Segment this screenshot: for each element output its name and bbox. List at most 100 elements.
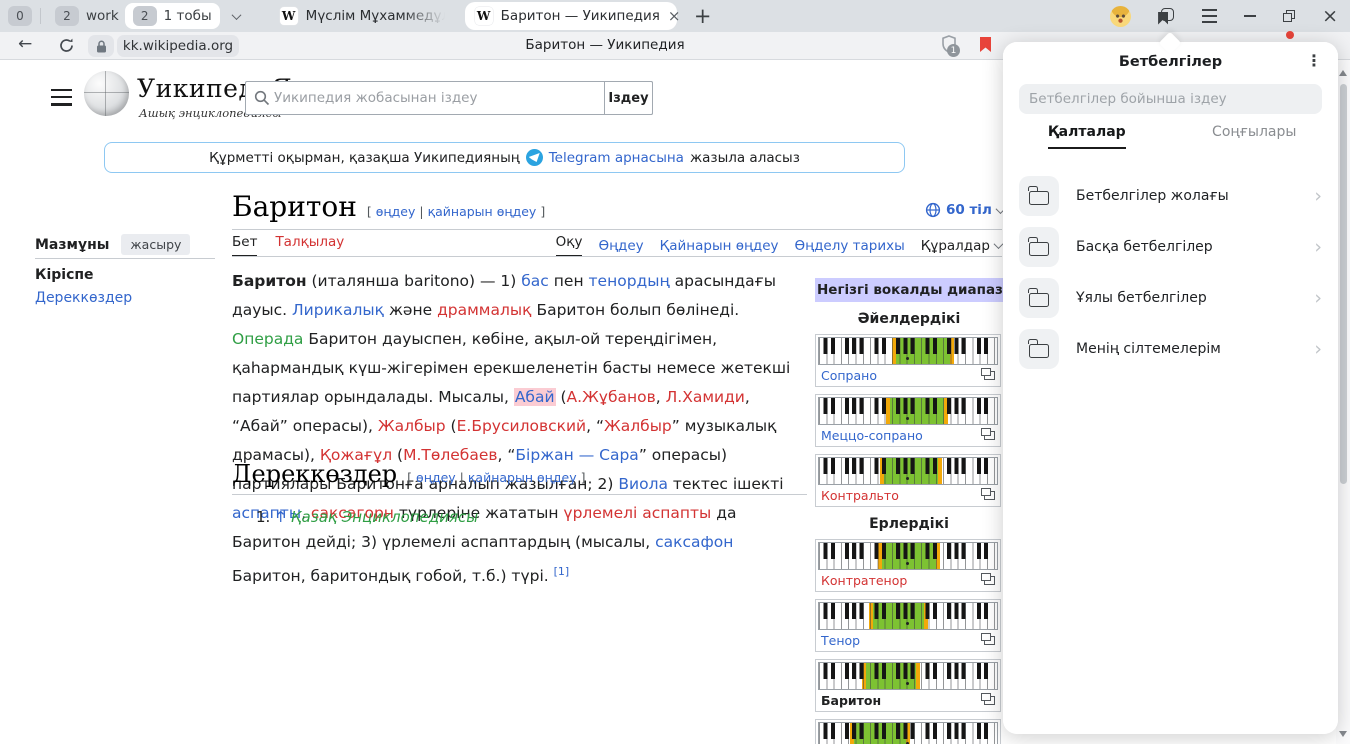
reload-icon xyxy=(58,37,75,54)
minimize-button[interactable] xyxy=(1244,15,1256,17)
reference-link[interactable]: Қазақ Энциклопедиясы xyxy=(291,508,478,526)
voice-card-baritone: Баритон xyxy=(815,659,1001,712)
edit-source-link[interactable]: қайнарын өңдеу xyxy=(468,470,577,485)
url-display[interactable]: kk.wikipedia.org xyxy=(117,35,239,57)
tab-close-icon[interactable]: × xyxy=(668,7,681,25)
wiki-main-menu-icon[interactable] xyxy=(51,89,72,106)
voice-link[interactable]: Сопрано xyxy=(821,368,877,383)
tab-edit-source[interactable]: Қайнарын өңдеу xyxy=(660,238,779,254)
inline-link[interactable]: Л.Хамиди xyxy=(666,388,745,406)
page-scrollbar[interactable] xyxy=(1336,60,1350,744)
inline-link[interactable]: Жалбыр xyxy=(378,417,446,435)
tab-group-1toby[interactable]: 2 1 тобы xyxy=(125,3,220,29)
inline-link[interactable]: үрлемелі аспапты xyxy=(563,504,711,522)
text-run: , xyxy=(656,388,666,406)
expand-icon[interactable] xyxy=(984,491,995,500)
folder-row-bookmarks-bar[interactable]: Бетбелгілер жолағы › xyxy=(1003,170,1338,221)
backlink-arrow[interactable]: ↑ xyxy=(274,508,287,526)
edit-link[interactable]: өңдеу xyxy=(376,204,416,219)
kebab-menu-icon[interactable]: ⋮ xyxy=(1306,52,1322,70)
tab-tools[interactable]: Құралдар xyxy=(921,238,1002,254)
toc-title: Мазмұны xyxy=(35,237,109,253)
tab-page[interactable]: Бет xyxy=(232,234,257,257)
tab-group-zero-chip[interactable]: 0 xyxy=(8,6,32,26)
voice-link[interactable]: Баритон xyxy=(821,693,881,708)
edit-source-link[interactable]: қайнарын өңдеу xyxy=(428,204,537,219)
tab-history[interactable]: Өңделу тарихы xyxy=(795,238,905,254)
banner-text: Құрметті оқырман, қазақша Уикипедияның xyxy=(209,150,520,166)
inline-link[interactable]: бас xyxy=(521,272,549,290)
folder-row-other-bookmarks[interactable]: Басқа бетбелгілер › xyxy=(1003,221,1338,272)
text-run: Баритон xyxy=(232,272,307,290)
language-selector[interactable]: 60 тіл xyxy=(925,202,1004,218)
vocal-range-image[interactable] xyxy=(818,542,998,570)
tab-talk[interactable]: Талқылау xyxy=(275,234,344,257)
vocal-range-image[interactable] xyxy=(818,602,998,630)
expand-icon[interactable] xyxy=(984,636,995,645)
vocal-range-image[interactable] xyxy=(818,722,998,744)
voice-link[interactable]: Тенор xyxy=(821,633,860,648)
new-tab-button[interactable]: + xyxy=(691,4,715,28)
tab-group-label: work xyxy=(86,8,119,24)
inline-link[interactable]: Жалбыр xyxy=(604,417,672,435)
scroll-up-arrow[interactable] xyxy=(1339,70,1347,76)
close-window-button[interactable]: × xyxy=(1322,11,1338,21)
folder-row-mobile-bookmarks[interactable]: Ұялы бетбелгілер › xyxy=(1003,272,1338,323)
back-button[interactable]: ← xyxy=(18,34,32,54)
tab-read[interactable]: Оқу xyxy=(556,234,583,257)
browser-tab-active[interactable]: W Баритон — Уикипедия × xyxy=(465,2,677,30)
expand-icon[interactable] xyxy=(984,431,995,440)
inline-link[interactable]: [1] xyxy=(554,565,570,578)
toc-hide-button[interactable]: жасыру xyxy=(121,234,190,255)
site-security-button[interactable] xyxy=(88,35,114,57)
wikipedia-logo[interactable] xyxy=(84,71,129,116)
reload-button[interactable] xyxy=(58,37,75,54)
voice-link[interactable]: Меццо-сопрано xyxy=(821,428,923,443)
vocal-range-image[interactable] xyxy=(818,662,998,690)
toc-item-references[interactable]: Дереккөздер xyxy=(35,290,132,306)
expand-icon[interactable] xyxy=(984,576,995,585)
wiki-search-button[interactable]: Іздеу xyxy=(604,81,653,115)
restore-button[interactable] xyxy=(1283,10,1295,22)
wiki-search-input[interactable] xyxy=(270,90,605,106)
vocal-range-image[interactable] xyxy=(818,337,998,365)
profile-avatar[interactable] xyxy=(1110,6,1131,27)
folder-icon xyxy=(1029,293,1049,307)
tab-group-dropdown-button[interactable] xyxy=(226,5,248,27)
scroll-down-arrow[interactable] xyxy=(1339,731,1347,737)
expand-icon[interactable] xyxy=(984,696,995,705)
inline-link[interactable]: Операда xyxy=(232,330,303,348)
edit-link[interactable]: өңдеу xyxy=(416,470,456,485)
telegram-link[interactable]: Telegram арнасына xyxy=(549,150,684,166)
voice-link[interactable]: Контратенор xyxy=(821,573,907,588)
inline-link[interactable]: саксафон xyxy=(655,533,733,551)
panel-tab-recent[interactable]: Соңғылары xyxy=(1171,124,1339,160)
inline-link[interactable]: Лирикалық xyxy=(292,301,384,319)
voice-link[interactable]: Контральто xyxy=(821,488,899,503)
inline-link[interactable]: тенордың xyxy=(589,272,670,290)
toc-item-intro[interactable]: Кіріспе xyxy=(35,267,94,283)
browser-tab-inactive[interactable]: W Мүслім Мұхаммедұлы Ма xyxy=(270,2,455,30)
expand-icon[interactable] xyxy=(984,371,995,380)
inline-link[interactable]: Е.Брусиловский xyxy=(457,417,587,435)
bookmark-flag-icon[interactable] xyxy=(979,36,992,53)
inline-link[interactable]: Виола xyxy=(618,475,668,493)
inline-link[interactable]: А.Жұбанов xyxy=(567,388,656,406)
inline-link[interactable]: драммалық xyxy=(437,301,531,319)
wiki-search-box: Іздеу xyxy=(245,81,653,115)
vocal-range-image[interactable] xyxy=(818,457,998,485)
browser-menu-icon[interactable] xyxy=(1202,9,1217,22)
tab-group-work[interactable]: 2 work xyxy=(49,6,125,26)
bookmarks-panel-icon[interactable] xyxy=(1158,8,1175,25)
tab-edit[interactable]: Өңдеу xyxy=(598,238,643,254)
panel-search-input[interactable] xyxy=(1029,91,1312,107)
wikipedia-favicon-icon: W xyxy=(475,7,493,25)
vocal-range-image[interactable] xyxy=(818,397,998,425)
protect-shield-button[interactable]: 1 xyxy=(941,35,957,53)
folder-row-my-links[interactable]: Менің сілтемелерім › xyxy=(1003,323,1338,374)
bookmarks-panel: Бетбелгілер ⋮ Қалталар Соңғылары Бетбелг… xyxy=(1003,42,1338,734)
voice-card-mezzo: Меццо-сопрано xyxy=(815,394,1001,447)
inline-link[interactable]: Абай xyxy=(514,388,556,406)
scrollbar-thumb[interactable] xyxy=(1340,84,1347,484)
panel-tab-folders[interactable]: Қалталар xyxy=(1003,124,1171,160)
